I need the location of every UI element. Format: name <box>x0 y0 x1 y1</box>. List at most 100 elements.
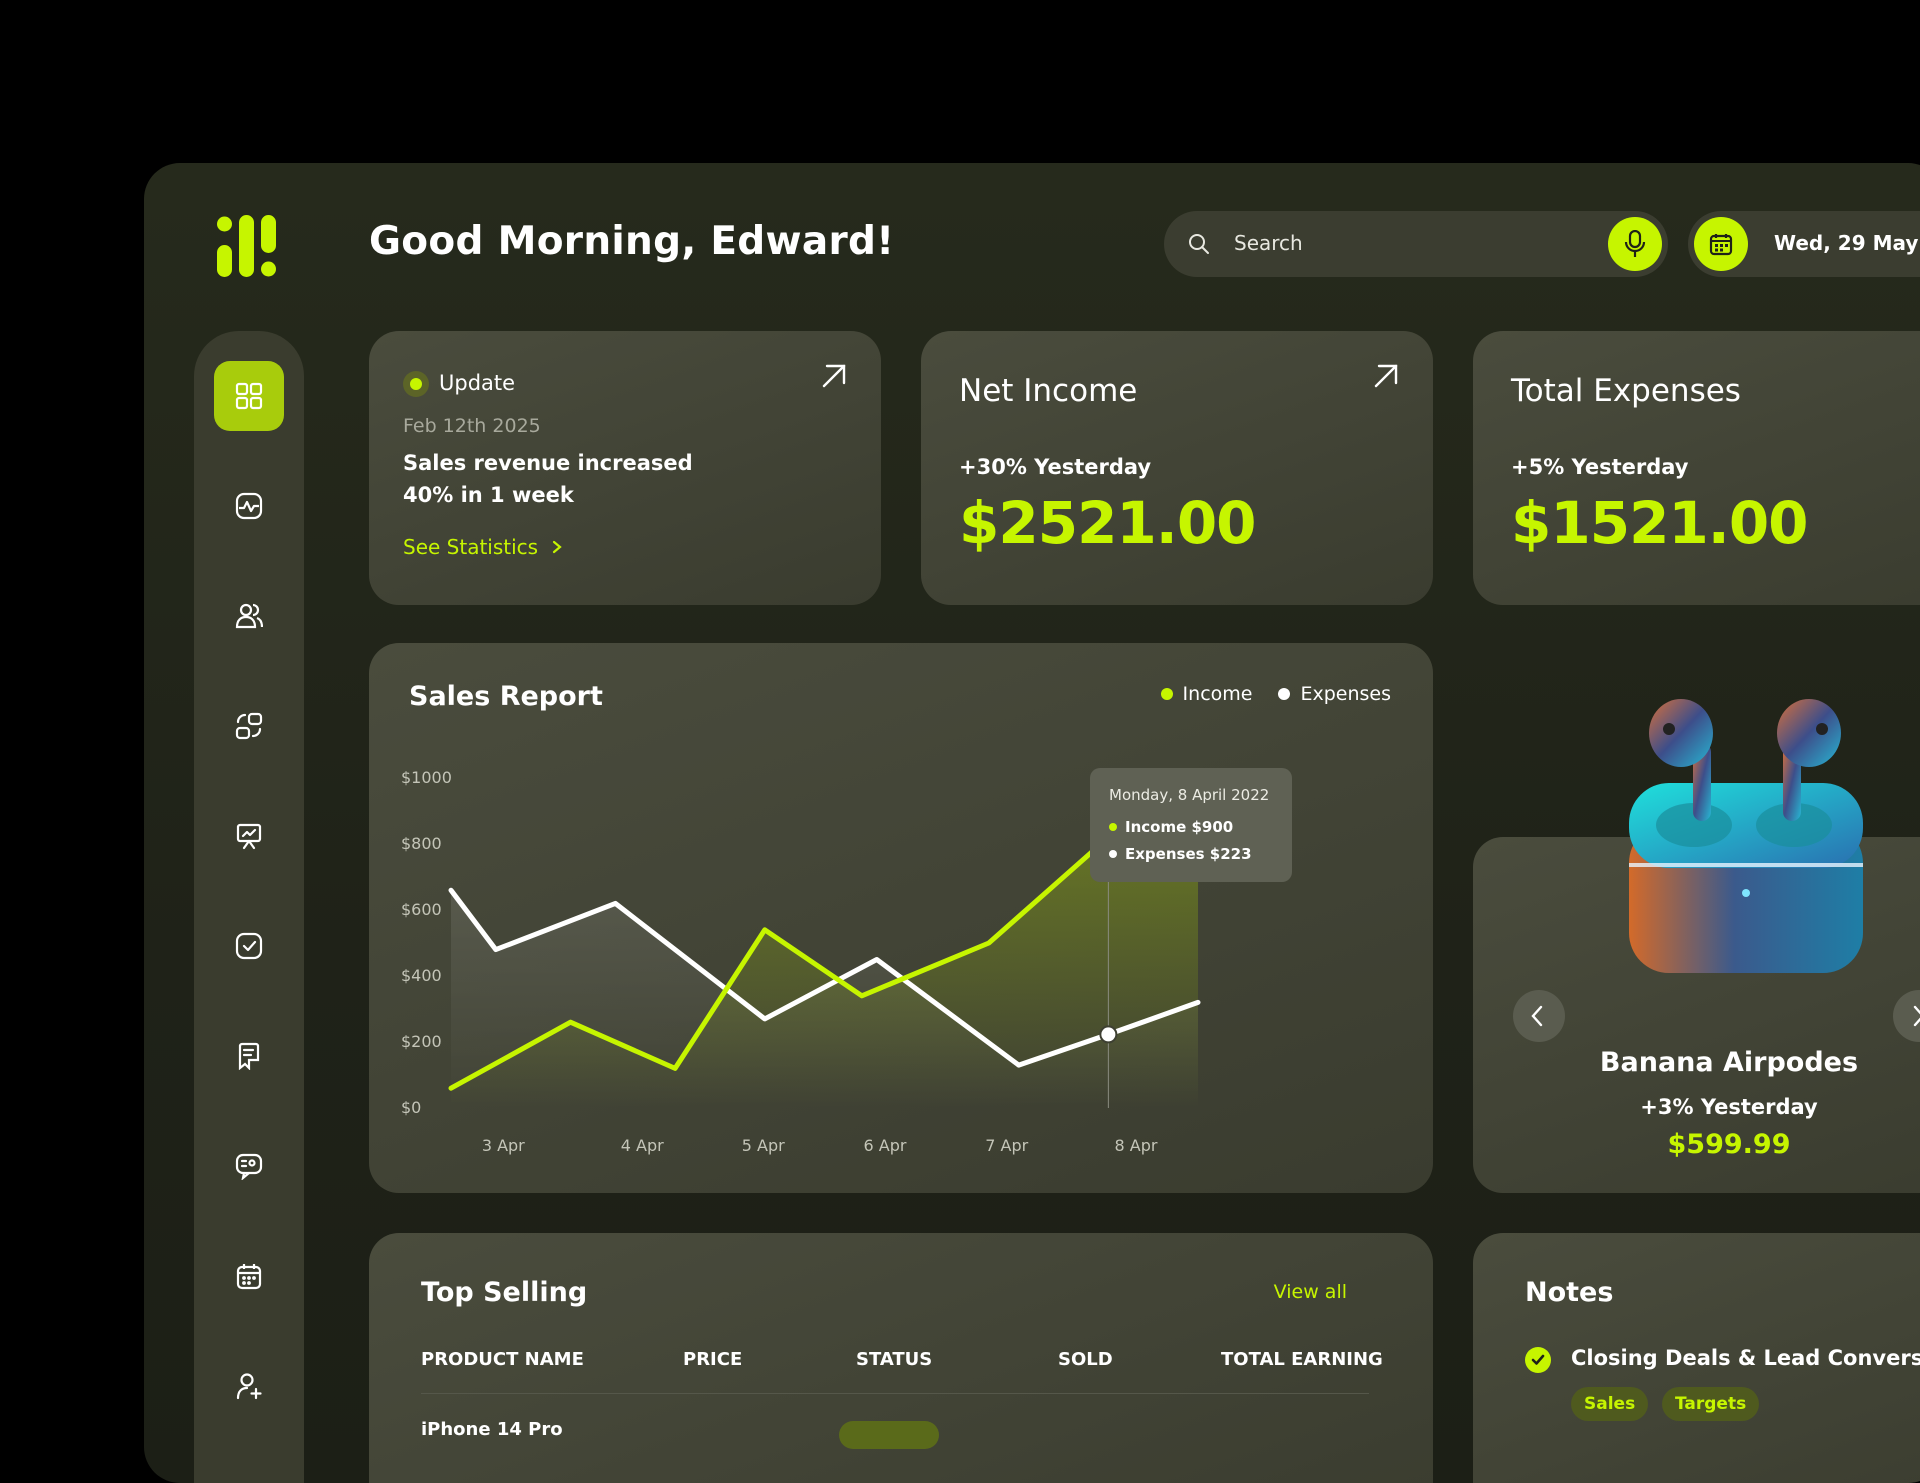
product-change: +3% Yesterday <box>1640 1095 1818 1119</box>
microphone-icon <box>1624 230 1646 257</box>
receipt-icon <box>238 1042 260 1070</box>
sidebar-item-dashboard[interactable] <box>214 361 284 431</box>
search-input[interactable]: Search <box>1234 231 1303 255</box>
tooltip-expenses-dot <box>1109 850 1117 858</box>
y-tick-label: $400 <box>401 966 442 985</box>
dashboard-window: Good Morning, Edward! Search Wed, 29 May… <box>144 163 1920 1483</box>
tooltip-income-dot <box>1109 823 1117 831</box>
current-date: Wed, 29 May 20 <box>1774 231 1920 255</box>
expenses-highlight-point <box>1099 1025 1118 1044</box>
check-icon <box>1531 1354 1545 1365</box>
airpods-product-image <box>1629 699 1863 973</box>
net-income-value: $2521.00 <box>959 489 1257 557</box>
dashboard-grid-icon <box>235 382 263 410</box>
sidebar-item-activity[interactable] <box>214 471 284 541</box>
x-tick-label: 8 Apr <box>1115 1136 1158 1155</box>
y-tick-label: $600 <box>401 900 442 919</box>
x-tick-label: 5 Apr <box>742 1136 785 1155</box>
note-text: Closing Deals & Lead Conversion <box>1571 1346 1920 1370</box>
page-title: Good Morning, Edward! <box>369 219 895 264</box>
note-tag-sales[interactable]: Sales <box>1571 1387 1649 1421</box>
tooltip-expenses-text: Expenses $223 <box>1125 845 1252 863</box>
net-income-card: Net Income +30% Yesterday $2521.00 <box>921 331 1433 605</box>
users-icon <box>235 603 263 629</box>
calendar-button[interactable] <box>1694 217 1748 271</box>
column-header-sold[interactable]: SOLD <box>1058 1349 1113 1370</box>
total-expenses-change: +5% Yesterday <box>1511 455 1689 479</box>
column-header-status[interactable]: STATUS <box>856 1349 932 1370</box>
update-description: Sales revenue increased 40% in 1 week <box>403 451 693 507</box>
date-selector[interactable]: Wed, 29 May 20 <box>1688 211 1920 277</box>
column-header-earning[interactable]: TOTAL EARNING <box>1221 1349 1383 1370</box>
checklist-icon <box>235 932 263 960</box>
y-tick-label: $800 <box>401 834 442 853</box>
activity-monitor-icon <box>235 492 263 520</box>
sidebar-item-add-user[interactable] <box>214 1351 284 1421</box>
net-income-title: Net Income <box>959 373 1138 409</box>
sidebar-item-reports[interactable] <box>214 801 284 871</box>
sidebar-item-tasks[interactable] <box>214 911 284 981</box>
arrow-up-right-icon[interactable] <box>1373 363 1399 389</box>
tooltip-income-text: Income $900 <box>1125 818 1234 836</box>
calendar-icon <box>236 1264 262 1290</box>
tooltip-expenses: Expenses $223 <box>1109 845 1252 863</box>
notes-card: Notes Closing Deals & Lead Conversion Sa… <box>1473 1233 1920 1483</box>
update-card: Update Feb 12th 2025 Sales revenue incre… <box>369 331 881 605</box>
note-checkbox[interactable] <box>1525 1347 1551 1373</box>
sales-line-chart[interactable]: $0 $200 $400 $600 $800 $1000 3 Apr 4 Apr 5 Apr 6 … <box>369 643 1433 1193</box>
sidebar-item-users[interactable] <box>214 581 284 651</box>
x-tick-label: 3 Apr <box>482 1136 525 1155</box>
sidebar-item-support[interactable] <box>214 1131 284 1201</box>
net-income-change: +30% Yesterday <box>959 455 1152 479</box>
chevron-right-icon <box>1913 1005 1920 1027</box>
sidebar-item-invoices[interactable] <box>214 1021 284 1091</box>
status-badge <box>839 1421 939 1449</box>
y-tick-label: $200 <box>401 1032 442 1051</box>
sidebar <box>194 331 304 1483</box>
table-divider <box>421 1393 1369 1394</box>
carousel-next-button[interactable] <box>1893 990 1920 1042</box>
chevron-right-icon <box>553 540 563 554</box>
x-tick-label: 4 Apr <box>621 1136 664 1155</box>
total-expenses-card: Total Expenses +5% Yesterday $1521.00 <box>1473 331 1920 605</box>
sales-report-card: Sales Report Income Expenses $0 $200 $400 $… <box>369 643 1433 1193</box>
x-tick-label: 7 Apr <box>985 1136 1028 1155</box>
see-statistics-link[interactable]: See Statistics <box>403 535 563 559</box>
chevron-left-icon <box>1531 1005 1543 1027</box>
column-header-price[interactable]: PRICE <box>683 1349 742 1370</box>
voice-search-button[interactable] <box>1608 217 1662 271</box>
tooltip-date: Monday, 8 April 2022 <box>1109 786 1270 804</box>
product-price: $599.99 <box>1667 1129 1791 1160</box>
sidebar-item-transactions[interactable] <box>214 691 284 761</box>
x-tick-label: 6 Apr <box>864 1136 907 1155</box>
arrow-up-right-icon[interactable] <box>821 363 847 389</box>
transfer-icon <box>235 712 263 740</box>
presentation-chart-icon <box>236 823 262 850</box>
search-icon <box>1189 234 1209 254</box>
y-tick-label: $0 <box>401 1098 421 1117</box>
view-all-link[interactable]: View all <box>1274 1281 1347 1303</box>
column-header-product[interactable]: PRODUCT NAME <box>421 1349 584 1370</box>
add-user-icon <box>236 1373 262 1400</box>
y-tick-label: $1000 <box>401 768 452 787</box>
top-selling-title: Top Selling <box>421 1277 588 1308</box>
product-name: Banana Airpodes <box>1599 1047 1859 1078</box>
chart-tooltip: Monday, 8 April 2022 Income $900 Expense… <box>1090 768 1292 882</box>
support-chat-icon <box>235 1153 263 1180</box>
see-statistics-label: See Statistics <box>403 535 539 559</box>
update-date: Feb 12th 2025 <box>403 415 541 437</box>
table-row-product-name[interactable]: iPhone 14 Pro <box>421 1419 563 1440</box>
total-expenses-title: Total Expenses <box>1511 373 1741 409</box>
search-bar[interactable]: Search <box>1164 211 1668 277</box>
sidebar-item-calendar[interactable] <box>214 1241 284 1311</box>
status-indicator <box>403 371 429 397</box>
brand-logo <box>217 215 276 277</box>
tooltip-income: Income $900 <box>1109 818 1233 836</box>
top-selling-card: Top Selling View all PRODUCT NAME PRICE … <box>369 1233 1433 1483</box>
total-expenses-value: $1521.00 <box>1511 489 1809 557</box>
note-tag-targets[interactable]: Targets <box>1662 1387 1760 1421</box>
calendar-icon <box>1709 234 1733 256</box>
notes-title: Notes <box>1525 1277 1614 1308</box>
carousel-prev-button[interactable] <box>1513 990 1565 1042</box>
update-title: Update <box>439 371 516 395</box>
